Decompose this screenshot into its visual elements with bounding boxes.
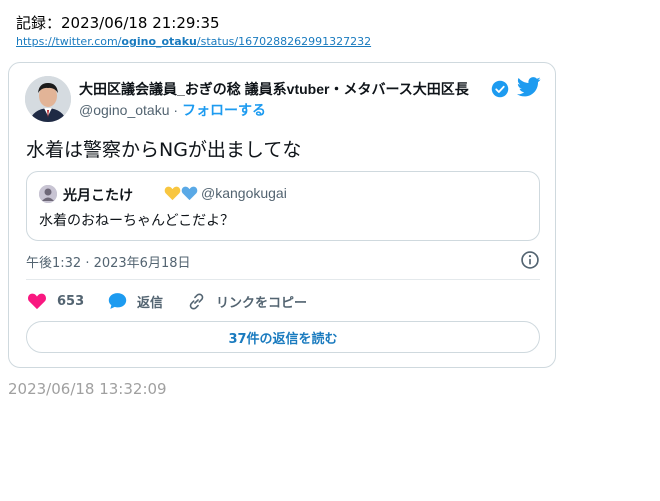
link-icon xyxy=(189,292,204,310)
tweet-timestamp[interactable]: 午後1:32 · 2023年6月18日 xyxy=(26,252,191,271)
saved-timestamp: 2023/06/18 13:32:09 xyxy=(8,380,167,398)
follow-button[interactable]: フォローする xyxy=(182,102,266,118)
reply-button[interactable]: 返信 xyxy=(108,291,163,311)
url-status-path: /status/1670288262991327232 xyxy=(196,35,372,48)
verified-badge-icon xyxy=(491,80,509,98)
quote-text: 水着のおねーちゃんどこだよ？ xyxy=(39,213,235,229)
copy-link-label: リンクをコピー xyxy=(216,295,308,311)
author-avatar[interactable] xyxy=(25,76,71,122)
handle-separator: · xyxy=(169,102,182,118)
tweet-card: 大田区議会議員_おぎの稔 議員系vtuber・メタバース大田区長 @ogino_… xyxy=(8,62,556,368)
quote-author-avatar xyxy=(39,185,57,203)
reply-bubble-icon xyxy=(108,293,127,309)
like-count: 653 xyxy=(57,293,85,309)
quoted-tweet[interactable]: 光月こたけ @kangokugai 水着のおねーちゃんどこだよ？ xyxy=(26,171,540,241)
quote-author-handle: @kangokugai xyxy=(201,185,287,201)
author-display-name[interactable]: 大田区議会議員_おぎの稔 議員系vtuber・メタバース大田区長 xyxy=(79,79,489,99)
divider xyxy=(26,279,540,280)
author-handle[interactable]: @ogino_otaku xyxy=(79,102,170,118)
reply-label: 返信 xyxy=(137,295,164,311)
quote-author-name: 光月こたけ xyxy=(63,187,133,203)
info-icon[interactable] xyxy=(520,250,540,270)
tweet-url-link[interactable]: https://twitter.com/ogino_otaku/status/1… xyxy=(16,35,371,48)
yellow-heart-icon xyxy=(164,186,181,201)
heart-icon xyxy=(28,293,46,310)
url-prefix: https://twitter.com/ xyxy=(16,35,122,48)
url-username: ogino_otaku xyxy=(121,35,197,48)
twitter-bird-icon[interactable] xyxy=(517,77,541,97)
record-timestamp: 記録：2023/06/18 21:29:35 xyxy=(16,14,220,32)
read-replies-button[interactable]: 37件の返信を読む xyxy=(26,321,540,353)
copy-link-button[interactable]: リンクをコピー xyxy=(187,291,307,311)
author-handle-line: @ogino_otaku · フォローする xyxy=(79,100,266,120)
like-button[interactable]: 653 xyxy=(27,291,84,311)
blue-heart-icon xyxy=(181,186,198,201)
tweet-text: 水着は警察からNGが出ましてな xyxy=(26,139,302,161)
